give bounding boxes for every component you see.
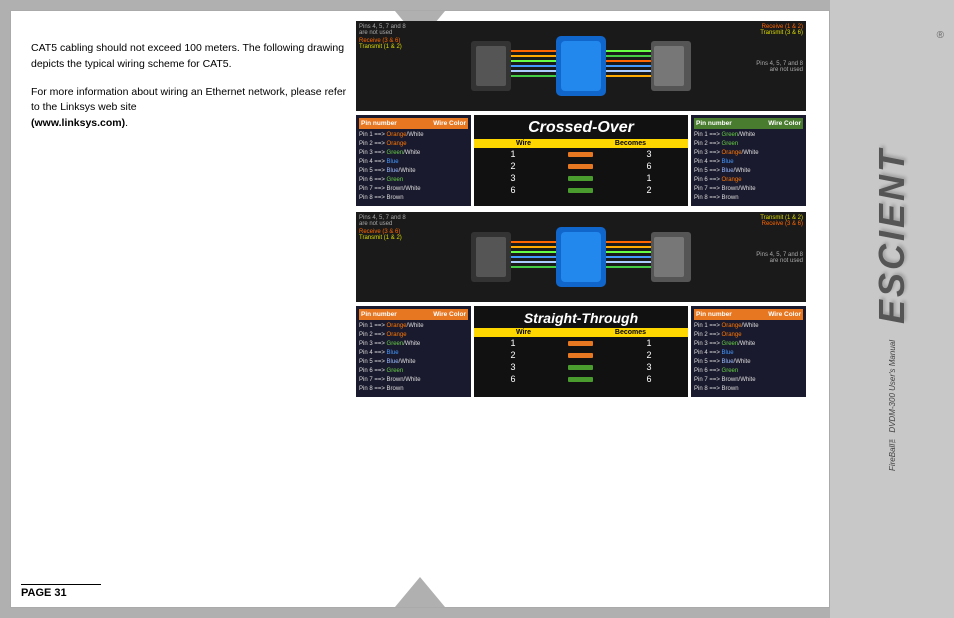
- right-pin-table-st: Pin numberWire Color Pin 1 ==> Orange/Wh…: [691, 306, 806, 397]
- wiring-diagram-top: Pins 4, 5, 7 and 8are not used Receive (…: [356, 21, 806, 111]
- page-number: PAGE 31: [21, 584, 101, 599]
- brand-logo: ESCIENT: [871, 147, 913, 324]
- crossed-over-section: Pin numberWire Color Pin 1 ==> Orange/Wh…: [356, 115, 806, 206]
- straight-through-table: Straight-Through WireBecomes 1 1 2 2 3: [474, 306, 688, 397]
- paragraph-1: CAT5 cabling should not exceed 100 meter…: [31, 41, 351, 73]
- sidebar-subtitle: FireBall™ DVDM-300 User's Manual: [888, 340, 897, 471]
- crossed-over-table: Crossed-Over WireBecomes 1 3 2 6 3: [474, 115, 688, 206]
- wiring-diagram-bottom: Pins 4, 5, 7 and 8are not used Receive (…: [356, 212, 806, 302]
- straight-through-section: Pin numberWire Color Pin 1 ==> Orange/Wh…: [356, 306, 806, 397]
- page-container: CAT5 cabling should not exceed 100 meter…: [10, 10, 830, 608]
- left-text-area: CAT5 cabling should not exceed 100 meter…: [31, 41, 351, 144]
- diagram-area: Pins 4, 5, 7 and 8are not used Receive (…: [356, 21, 816, 596]
- left-pin-table-co: Pin numberWire Color Pin 1 ==> Orange/Wh…: [356, 115, 471, 206]
- right-pin-table-co: Pin numberWire Color Pin 1 ==> Green/Whi…: [691, 115, 806, 206]
- right-sidebar: ® ESCIENT FireBall™ DVDM-300 User's Manu…: [830, 0, 954, 618]
- registered-mark: ®: [937, 30, 944, 41]
- left-pin-table-st: Pin numberWire Color Pin 1 ==> Orange/Wh…: [356, 306, 471, 397]
- paragraph-2: For more information about wiring an Eth…: [31, 85, 351, 132]
